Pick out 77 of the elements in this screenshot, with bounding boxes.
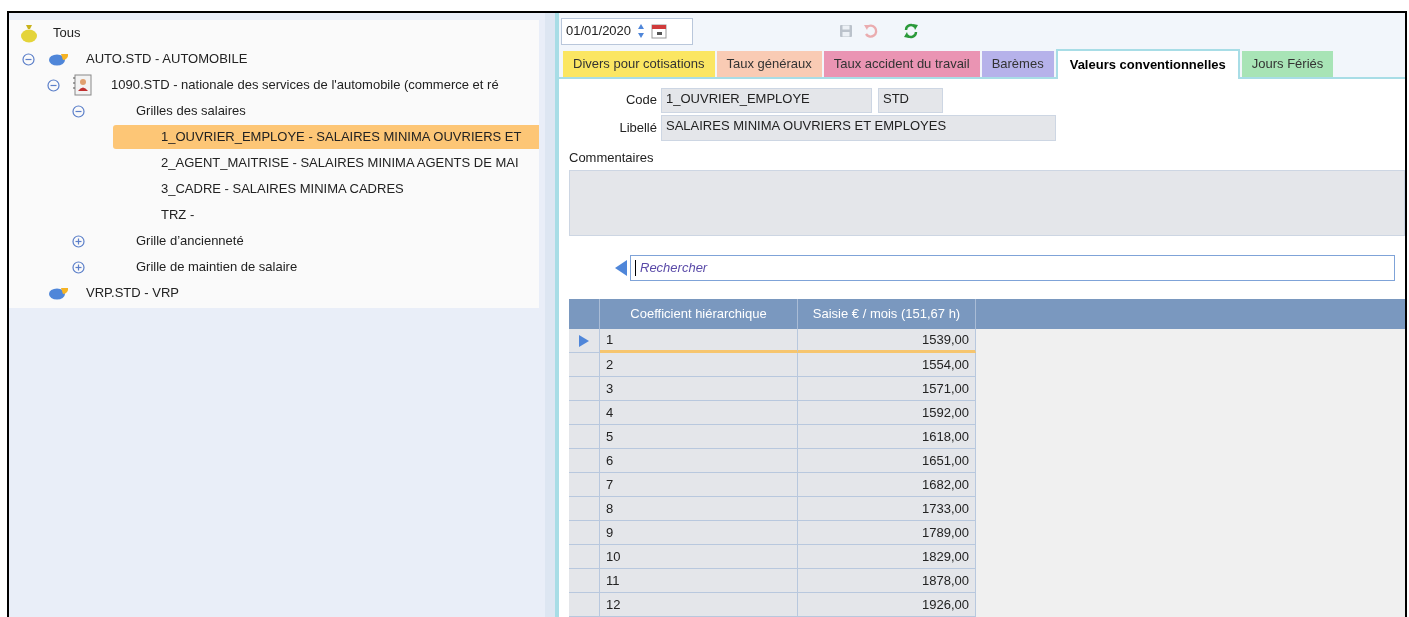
table-cell: 1618,00 [798,425,976,449]
row-header[interactable] [569,425,600,449]
tree-item[interactable]: Grilles des salaires [88,99,539,123]
table-cell: 1571,00 [798,377,976,401]
table-cell: 1 [600,329,798,353]
current-row-icon [578,333,590,348]
expand-icon[interactable] [72,260,85,274]
tree-item[interactable]: 1090.STD - nationale des services de l'automobile (commerce et ré [63,73,539,97]
row-header[interactable] [569,473,600,497]
tree-item[interactable]: TRZ - [113,203,539,227]
code-field[interactable]: 1_OUVRIER_EMPLOYE [661,87,872,113]
contact-card-icon [73,74,93,96]
row-header[interactable] [569,569,600,593]
table-cell: 1539,00 [798,329,976,353]
back-arrow-icon[interactable] [614,259,628,277]
label-field[interactable]: SALAIRES MINIMA OUVRIERS ET EMPLOYES [661,115,1056,141]
table-cell: 11 [600,569,798,593]
refresh-icon[interactable] [903,23,919,39]
table-cell: 1926,00 [798,593,976,617]
collapse-icon[interactable] [22,52,35,66]
table-cell: 3 [600,377,798,401]
table-cell: 8 [600,497,798,521]
table-cell: 9 [600,521,798,545]
tab[interactable]: Barèmes [981,51,1054,77]
table-cell: 4 [600,401,798,425]
tree-item[interactable]: Tous [53,23,81,43]
tree-item[interactable]: 2_AGENT_MAITRISE - SALAIRES MINIMA AGENTS DE MAI [113,151,539,175]
tab[interactable]: Jours Fériés [1241,51,1334,77]
table-cell: 5 [600,425,798,449]
tab[interactable]: Valeurs conventionnelles [1055,49,1240,79]
tree-item[interactable]: AUTO.STD - AUTOMOBILE [38,47,539,71]
tree-item[interactable]: VRP.STD - VRP [38,281,539,305]
table-cell: 12 [600,593,798,617]
row-header[interactable] [569,593,600,617]
tree-item[interactable]: Grille de maintien de salaire [88,255,539,279]
tab[interactable]: Divers pour cotisations [563,51,715,77]
date-field[interactable]: 01/01/2020 [561,17,693,45]
table-cell: 2 [600,353,798,377]
row-header[interactable] [569,545,600,569]
pie-chart-icon [48,52,70,66]
field-label: Libellé [618,119,658,138]
row-header[interactable] [569,353,600,377]
search-field[interactable]: Rechercher [630,255,1395,281]
money-bag-icon [19,23,39,43]
table-cell: 1829,00 [798,545,976,569]
splitter[interactable] [545,13,559,617]
table-cell: 10 [600,545,798,569]
table-cell: 1733,00 [798,497,976,521]
comments-label: Commentaires [569,149,655,167]
comments-field[interactable] [569,170,1405,236]
expand-icon[interactable] [72,234,85,248]
collapse-icon[interactable] [47,78,60,92]
table-cell: 1651,00 [798,449,976,473]
pie-chart-icon [48,286,70,300]
row-header[interactable] [569,497,600,521]
code-suffix-field[interactable]: STD [878,87,943,113]
table-cell: 1554,00 [798,353,976,377]
row-header[interactable] [569,329,600,353]
collapse-icon[interactable] [72,104,85,118]
table-cell: 1789,00 [798,521,976,545]
calendar-icon[interactable] [651,23,668,39]
row-header[interactable] [569,449,600,473]
tree-item[interactable]: Grille d’ancienneté [88,229,539,253]
row-header[interactable] [569,377,600,401]
field-label: Code [624,91,658,110]
table-cell: 6 [600,449,798,473]
spinner-icon[interactable] [637,23,646,39]
tree-item[interactable]: 1_OUVRIER_EMPLOYE - SALAIRES MINIMA OUVRIERS ET [113,125,539,149]
table-cell: 1878,00 [798,569,976,593]
table-cell: 1682,00 [798,473,976,497]
row-header[interactable] [569,521,600,545]
table-cell: 1592,00 [798,401,976,425]
table-cell: 7 [600,473,798,497]
tab[interactable]: Taux généraux [716,51,822,77]
tree-item[interactable]: 3_CADRE - SALAIRES MINIMA CADRES [113,177,539,201]
tab[interactable]: Taux accident du travail [823,51,980,77]
row-header[interactable] [569,401,600,425]
